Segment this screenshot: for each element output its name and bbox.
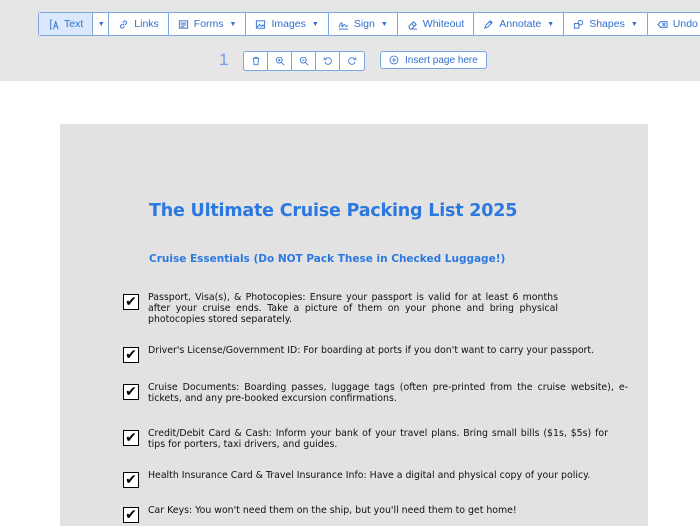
pdf-page[interactable]: The Ultimate Cruise Packing List 2025 Cr… <box>60 124 648 526</box>
images-label: Images <box>271 18 306 30</box>
chevron-down-icon: ▼ <box>380 20 388 28</box>
text-tool-dropdown[interactable]: ▼ <box>93 13 110 35</box>
list-item-text: Health Insurance Card & Travel Insurance… <box>148 470 591 481</box>
shapes-label: Shapes <box>589 18 625 30</box>
links-label: Links <box>134 18 159 30</box>
section-heading: Cruise Essentials (Do NOT Pack These in … <box>149 253 506 265</box>
chevron-down-icon: ▼ <box>311 20 319 28</box>
list-item-text: Passport, Visa(s), & Photocopies: Ensure… <box>148 292 558 325</box>
list-item: ✔ Cruise Documents: Boarding passes, lug… <box>123 382 628 404</box>
rotate-right-icon <box>348 57 357 65</box>
plus-circle-icon <box>389 55 399 65</box>
rotate-left-button[interactable] <box>316 52 340 70</box>
links-button[interactable]: Links <box>109 13 169 35</box>
list-item-text: Cruise Documents: Boarding passes, lugga… <box>148 382 628 404</box>
insert-page-label: Insert page here <box>405 54 478 66</box>
shapes-button[interactable]: Shapes ▼ <box>564 13 648 35</box>
forms-label: Forms <box>193 18 224 30</box>
chevron-down-icon: ▼ <box>229 20 237 28</box>
document-viewer[interactable]: The Ultimate Cruise Packing List 2025 Cr… <box>0 81 700 526</box>
chevron-down-icon: ▼ <box>547 20 555 28</box>
text-tool-button[interactable]: Text <box>39 13 94 35</box>
zoom-out-button[interactable] <box>292 52 316 70</box>
zoom-in-icon <box>275 56 284 66</box>
checkbox-checked-icon: ✔ <box>123 472 139 488</box>
annotate-button[interactable]: Annotate ▼ <box>474 13 565 35</box>
delete-page-button[interactable] <box>244 52 268 70</box>
whiteout-button[interactable]: Whiteout <box>398 13 475 35</box>
checkbox-checked-icon: ✔ <box>123 294 139 310</box>
checkbox-checked-icon: ✔ <box>123 507 139 523</box>
zoom-in-button[interactable] <box>268 52 292 70</box>
page-controls: 1 Insert page here <box>0 50 700 72</box>
text-cursor-icon <box>49 18 59 30</box>
chevron-down-icon: ▼ <box>97 20 105 28</box>
backspace-icon <box>657 20 668 28</box>
checkbox-checked-icon: ✔ <box>123 430 139 446</box>
signature-icon <box>338 21 349 30</box>
list-item: ✔ Driver's License/Government ID: For bo… <box>123 345 623 363</box>
eraser-icon <box>408 20 417 30</box>
list-item-text: Driver's License/Government ID: For boar… <box>148 345 595 356</box>
text-tool-label: Text <box>64 18 84 30</box>
list-item-text: Car Keys: You won't need them on the shi… <box>148 505 517 516</box>
pencil-icon <box>484 19 494 29</box>
list-item: ✔ Health Insurance Card & Travel Insuran… <box>123 470 623 488</box>
rotate-left-icon <box>323 57 332 65</box>
main-toolbar: Text ▼ Links Forms ▼ Images ▼ Sign ▼ Whi… <box>38 12 700 36</box>
trash-icon <box>252 56 259 66</box>
insert-page-button[interactable]: Insert page here <box>380 51 487 69</box>
forms-button[interactable]: Forms ▼ <box>169 13 247 35</box>
sign-button[interactable]: Sign ▼ <box>329 13 398 35</box>
list-item-text: Credit/Debit Card & Cash: Inform your ba… <box>148 428 608 450</box>
image-icon <box>256 19 266 29</box>
sign-label: Sign <box>353 18 375 30</box>
chevron-down-icon: ▼ <box>630 20 638 28</box>
page-tools <box>243 51 365 71</box>
page-number: 1 <box>219 50 229 69</box>
undo-label: Undo <box>672 18 698 30</box>
link-icon <box>120 20 128 28</box>
zoom-out-icon <box>299 56 308 66</box>
form-icon <box>178 19 188 29</box>
list-item: ✔ Car Keys: You won't need them on the s… <box>123 505 623 523</box>
shapes-icon <box>574 19 584 29</box>
list-item: ✔ Credit/Debit Card & Cash: Inform your … <box>123 428 608 450</box>
checkbox-checked-icon: ✔ <box>123 347 139 363</box>
rotate-right-button[interactable] <box>340 52 364 70</box>
checkbox-checked-icon: ✔ <box>123 384 139 400</box>
whiteout-label: Whiteout <box>422 18 465 30</box>
images-button[interactable]: Images ▼ <box>246 13 329 35</box>
document-title: The Ultimate Cruise Packing List 2025 <box>149 201 518 221</box>
undo-button[interactable]: Undo <box>648 13 700 35</box>
list-item: ✔ Passport, Visa(s), & Photocopies: Ensu… <box>123 292 558 325</box>
annotate-label: Annotate <box>499 18 542 30</box>
